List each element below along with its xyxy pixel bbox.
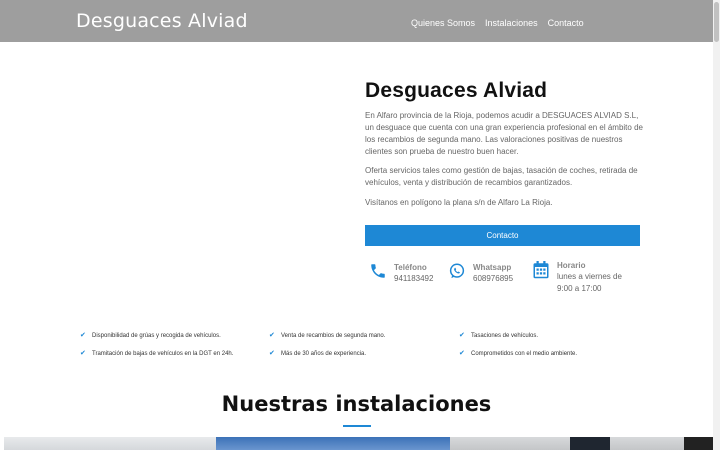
- feature-item: ✔ Tasaciones de vehículos.: [459, 332, 539, 339]
- check-icon: ✔: [269, 332, 275, 339]
- building-silhouette: [570, 437, 610, 450]
- gallery-image[interactable]: [4, 437, 216, 450]
- site-logo-link[interactable]: Desguaces Alviad: [76, 10, 248, 32]
- gallery-image[interactable]: [684, 437, 713, 450]
- page-scrollbar[interactable]: [713, 0, 720, 450]
- nav-link-quienes-somos[interactable]: Quienes Somos: [411, 18, 475, 28]
- main-nav: Quienes Somos Instalaciones Contacto: [411, 18, 584, 28]
- gallery-image[interactable]: [450, 437, 684, 450]
- nav-link-contacto[interactable]: Contacto: [548, 18, 584, 28]
- hours-line-2: 9:00 a 17:00: [557, 284, 602, 293]
- whatsapp-value[interactable]: 608976895: [473, 273, 513, 285]
- phone-title: Teléfono: [394, 263, 427, 272]
- contact-whatsapp[interactable]: Whatsapp 608976895: [448, 262, 513, 285]
- hours-line-1: lunes a viernes de: [557, 272, 622, 281]
- intro-paragraph-3: Visítanos en polígono la plana s/n de Al…: [365, 198, 553, 207]
- feature-item: ✔ Disponibilidad de grúas y recogida de v…: [80, 332, 221, 339]
- gallery-image[interactable]: [216, 437, 450, 450]
- phone-value[interactable]: 941183492: [394, 273, 433, 285]
- feature-item: ✔ Venta de recambios de segunda mano.: [269, 332, 386, 339]
- gallery-strip: [4, 437, 713, 450]
- contact-hours: Horario lunes a viernes de 9:00 a 17:00: [532, 260, 622, 295]
- whatsapp-title: Whatsapp: [473, 263, 512, 272]
- intro-paragraph-2: Oferta servicios tales como gestión de b…: [365, 166, 638, 187]
- check-icon: ✔: [459, 332, 465, 339]
- top-header-bar: Desguaces Alviad Quienes Somos Instalaci…: [0, 0, 713, 42]
- title-underline: [343, 425, 371, 427]
- nav-link-instalaciones[interactable]: Instalaciones: [485, 18, 538, 28]
- check-icon: ✔: [269, 350, 275, 357]
- intro-paragraph-1: En Alfaro provincia de la Rioja, podemos…: [365, 111, 643, 156]
- check-icon: ✔: [80, 332, 86, 339]
- check-icon: ✔: [80, 350, 86, 357]
- check-icon: ✔: [459, 350, 465, 357]
- gallery-title: Nuestras instalaciones: [221, 392, 492, 416]
- feature-item: ✔ Más de 30 años de experiencia.: [269, 350, 367, 357]
- feature-item: ✔ Tramitación de bajas de vehículos en la…: [80, 350, 234, 357]
- contact-button[interactable]: Contacto: [365, 225, 640, 246]
- hours-title: Horario: [557, 261, 586, 270]
- whatsapp-icon: [448, 262, 466, 280]
- contact-phone[interactable]: Teléfono 941183492: [369, 262, 433, 285]
- feature-item: ✔ Comprometidos con el medio ambiente.: [459, 350, 578, 357]
- scrollbar-thumb[interactable]: [714, 2, 719, 42]
- phone-icon: [369, 262, 387, 280]
- intro-title: Desguaces Alviad: [365, 79, 548, 102]
- calendar-icon: [532, 260, 550, 279]
